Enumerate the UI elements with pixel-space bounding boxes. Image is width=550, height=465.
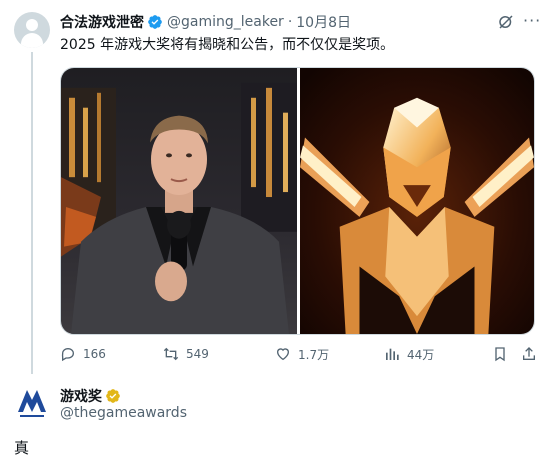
- views-count: 44万: [407, 347, 435, 362]
- separator-dot: ·: [287, 14, 293, 30]
- retweet-button[interactable]: 549: [163, 344, 209, 364]
- tweet-text: 2025 年游戏大奖将有揭晓和公告，而不仅仅是奖项。: [60, 37, 395, 53]
- author-handle[interactable]: @gaming_leaker: [167, 14, 284, 30]
- tweet-header: 合法游戏泄密 @gaming_leaker · 10月8日: [60, 11, 351, 33]
- reply-count: 166: [83, 347, 106, 361]
- gold-verified-badge-icon[interactable]: [105, 388, 121, 404]
- reply-author-name[interactable]: 游戏奖: [60, 386, 102, 406]
- grok-icon[interactable]: [497, 13, 515, 31]
- reply-handle[interactable]: @thegameawards: [60, 405, 187, 421]
- reply-header: 游戏奖: [60, 386, 121, 406]
- views-chart-icon: [386, 348, 399, 360]
- views-button[interactable]: 44万: [384, 344, 434, 364]
- reply-icon: [61, 347, 75, 362]
- author-name[interactable]: 合法游戏泄密: [60, 12, 144, 32]
- avatar[interactable]: [14, 12, 50, 48]
- share-icon[interactable]: [521, 346, 537, 362]
- golden-award-statue-photo-icon: [300, 68, 534, 334]
- game-awards-logo-avatar[interactable]: [14, 384, 50, 420]
- reply-text: 真: [14, 439, 30, 457]
- more-options-icon[interactable]: ···: [523, 12, 541, 30]
- award-photo[interactable]: [300, 68, 534, 334]
- host-with-microphone-photo-icon: [61, 68, 297, 334]
- retweet-count: 549: [186, 347, 209, 361]
- avatar-head-shape: [26, 19, 38, 31]
- bookmark-icon[interactable]: [492, 346, 508, 362]
- like-button[interactable]: 1.7万: [275, 344, 329, 364]
- tweet-date[interactable]: 10月8日: [296, 12, 351, 32]
- like-count: 1.7万: [298, 347, 330, 362]
- tweet-actions: 166 549 1.7万 44万: [60, 344, 535, 364]
- avatar-body-shape: [21, 33, 43, 48]
- host-photo[interactable]: [61, 68, 297, 334]
- thread-line: [31, 52, 33, 374]
- media-grid: [60, 67, 535, 335]
- heart-icon: [276, 348, 290, 361]
- retweet-icon: [163, 347, 179, 361]
- reply-button[interactable]: 166: [60, 344, 106, 364]
- verified-badge-icon[interactable]: [147, 14, 163, 30]
